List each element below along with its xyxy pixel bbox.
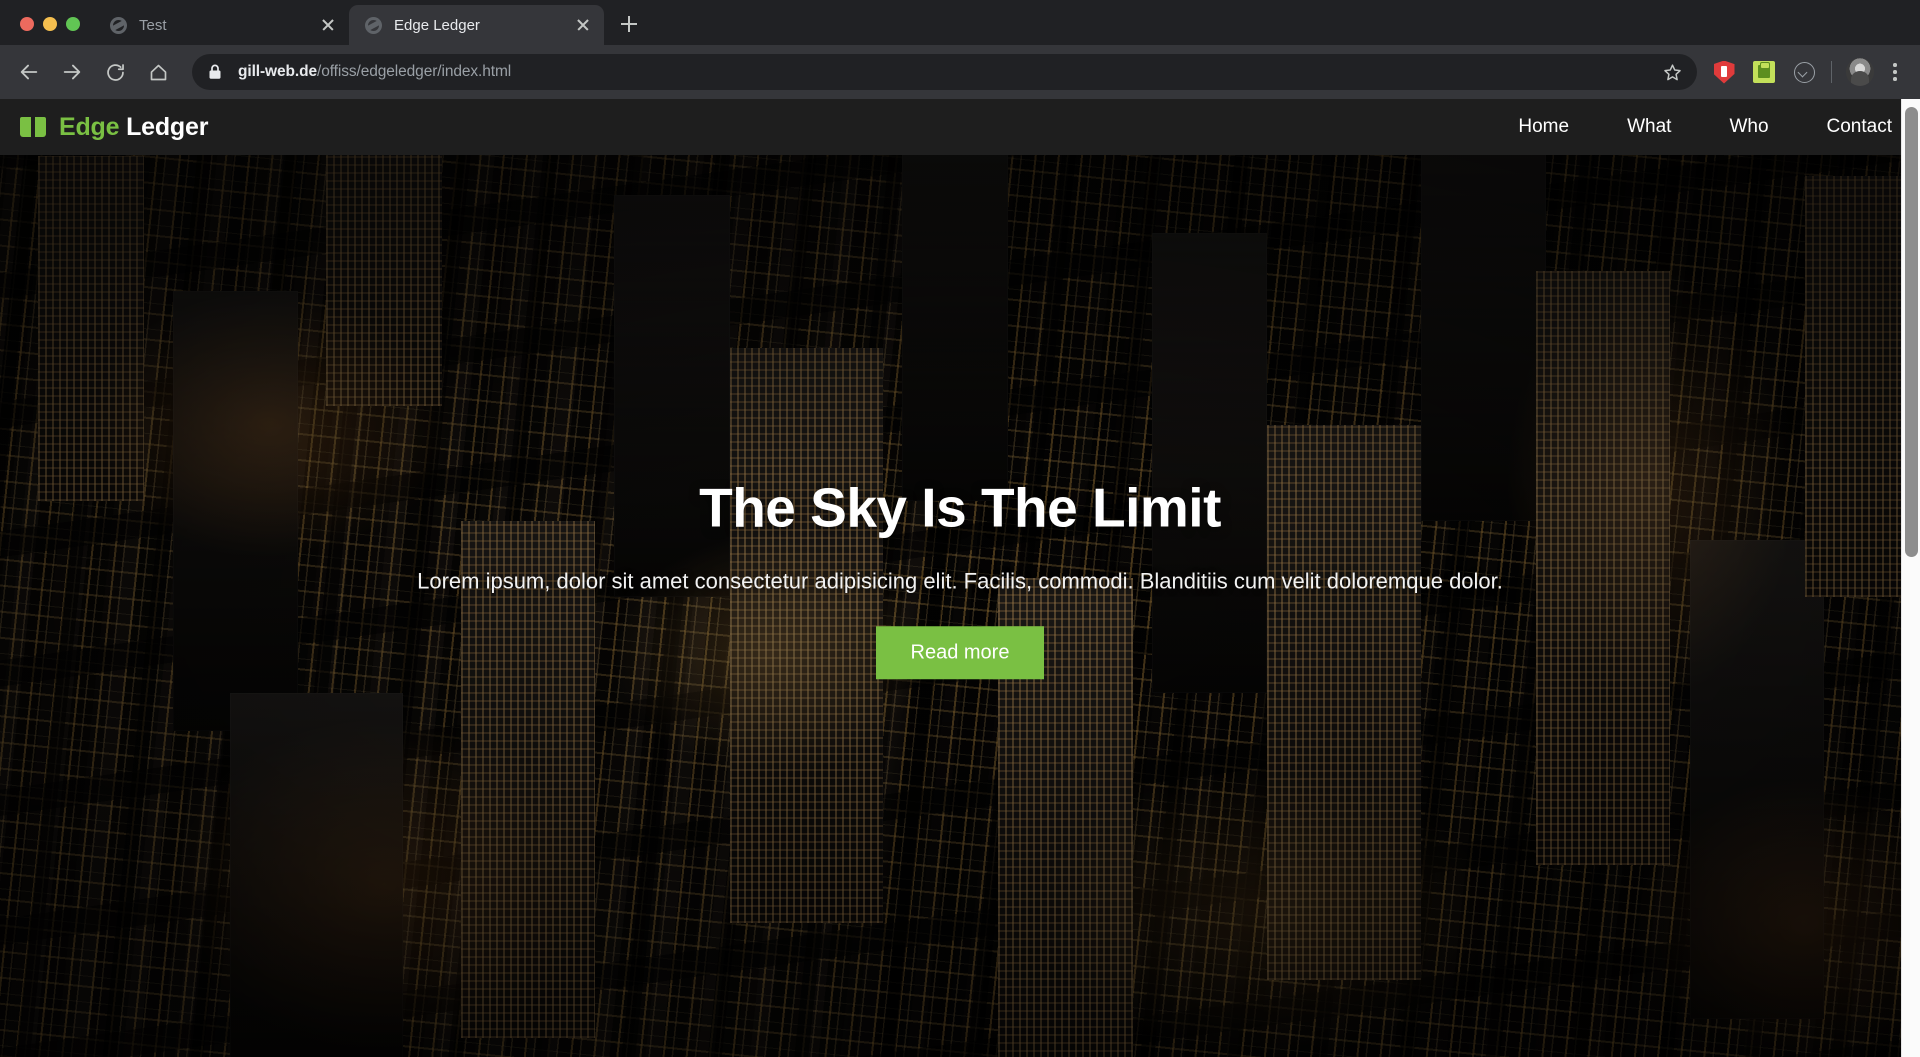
url-host: gill-web.de: [238, 63, 317, 80]
browser-tab-edge-ledger[interactable]: Edge Ledger: [349, 5, 604, 45]
browser-tab-test[interactable]: Test: [94, 5, 349, 45]
home-button[interactable]: [141, 55, 175, 89]
new-tab-button[interactable]: [612, 7, 646, 41]
clock-extension-icon[interactable]: [1787, 55, 1821, 89]
shield-extension-icon[interactable]: [1707, 55, 1741, 89]
browser-window: Test Edge Ledger gill-web.de/offiss/edge…: [0, 0, 1920, 1057]
tab-title: Test: [139, 16, 167, 34]
close-icon[interactable]: [572, 14, 594, 36]
window-maximize-button[interactable]: [66, 17, 80, 31]
page-title: The Sky Is The Limit: [699, 476, 1221, 539]
reload-icon: [106, 63, 124, 81]
forward-button[interactable]: [55, 55, 89, 89]
globe-favicon-icon: [110, 16, 127, 34]
book-icon: [20, 114, 46, 140]
window-close-button[interactable]: [20, 17, 34, 31]
browser-menu-button[interactable]: [1880, 55, 1910, 89]
site-navigation: Home What Who Contact: [1518, 116, 1892, 138]
note-extension-icon[interactable]: [1747, 55, 1781, 89]
site-logo[interactable]: Edge Ledger: [20, 113, 208, 142]
address-bar[interactable]: gill-web.de/offiss/edgeledger/index.html: [192, 54, 1697, 90]
read-more-button[interactable]: Read more: [875, 625, 1045, 679]
arrow-left-icon: [20, 64, 38, 80]
bookmark-star-icon[interactable]: [1657, 62, 1683, 83]
home-icon: [150, 64, 166, 80]
nav-item-home[interactable]: Home: [1518, 116, 1569, 138]
hero-section: The Sky Is The Limit Lorem ipsum, dolor …: [0, 99, 1920, 1057]
reload-button[interactable]: [98, 55, 132, 89]
url-text: gill-web.de/offiss/edgeledger/index.html: [238, 63, 511, 81]
window-controls: [10, 17, 94, 45]
browser-toolbar: gill-web.de/offiss/edgeledger/index.html: [0, 45, 1920, 99]
tab-title: Edge Ledger: [394, 16, 480, 34]
globe-favicon-icon: [365, 16, 382, 34]
avatar[interactable]: [1846, 58, 1874, 86]
arrow-right-icon: [63, 64, 81, 80]
scrollbar-thumb[interactable]: [1905, 107, 1918, 557]
back-button[interactable]: [12, 55, 46, 89]
site-header: Edge Ledger Home What Who Contact: [0, 99, 1920, 155]
hero-content: The Sky Is The Limit Lorem ipsum, dolor …: [0, 477, 1920, 679]
close-icon[interactable]: [317, 14, 339, 36]
nav-item-who[interactable]: Who: [1729, 116, 1768, 138]
toolbar-divider: [1831, 61, 1832, 83]
hero-subtitle: Lorem ipsum, dolor sit amet consectetur …: [417, 567, 1503, 593]
window-minimize-button[interactable]: [43, 17, 57, 31]
nav-item-contact[interactable]: Contact: [1827, 116, 1892, 138]
brand-text: Edge Ledger: [59, 113, 208, 142]
brand-secondary: Ledger: [126, 112, 209, 141]
brand-primary: Edge: [59, 112, 120, 141]
tab-strip: Test Edge Ledger: [0, 0, 1920, 45]
page-scrollbar[interactable]: [1901, 99, 1920, 1057]
page-viewport: The Sky Is The Limit Lorem ipsum, dolor …: [0, 99, 1920, 1057]
lock-icon: [208, 64, 224, 80]
nav-item-what[interactable]: What: [1627, 116, 1671, 138]
url-path: /offiss/edgeledger/index.html: [317, 63, 512, 80]
